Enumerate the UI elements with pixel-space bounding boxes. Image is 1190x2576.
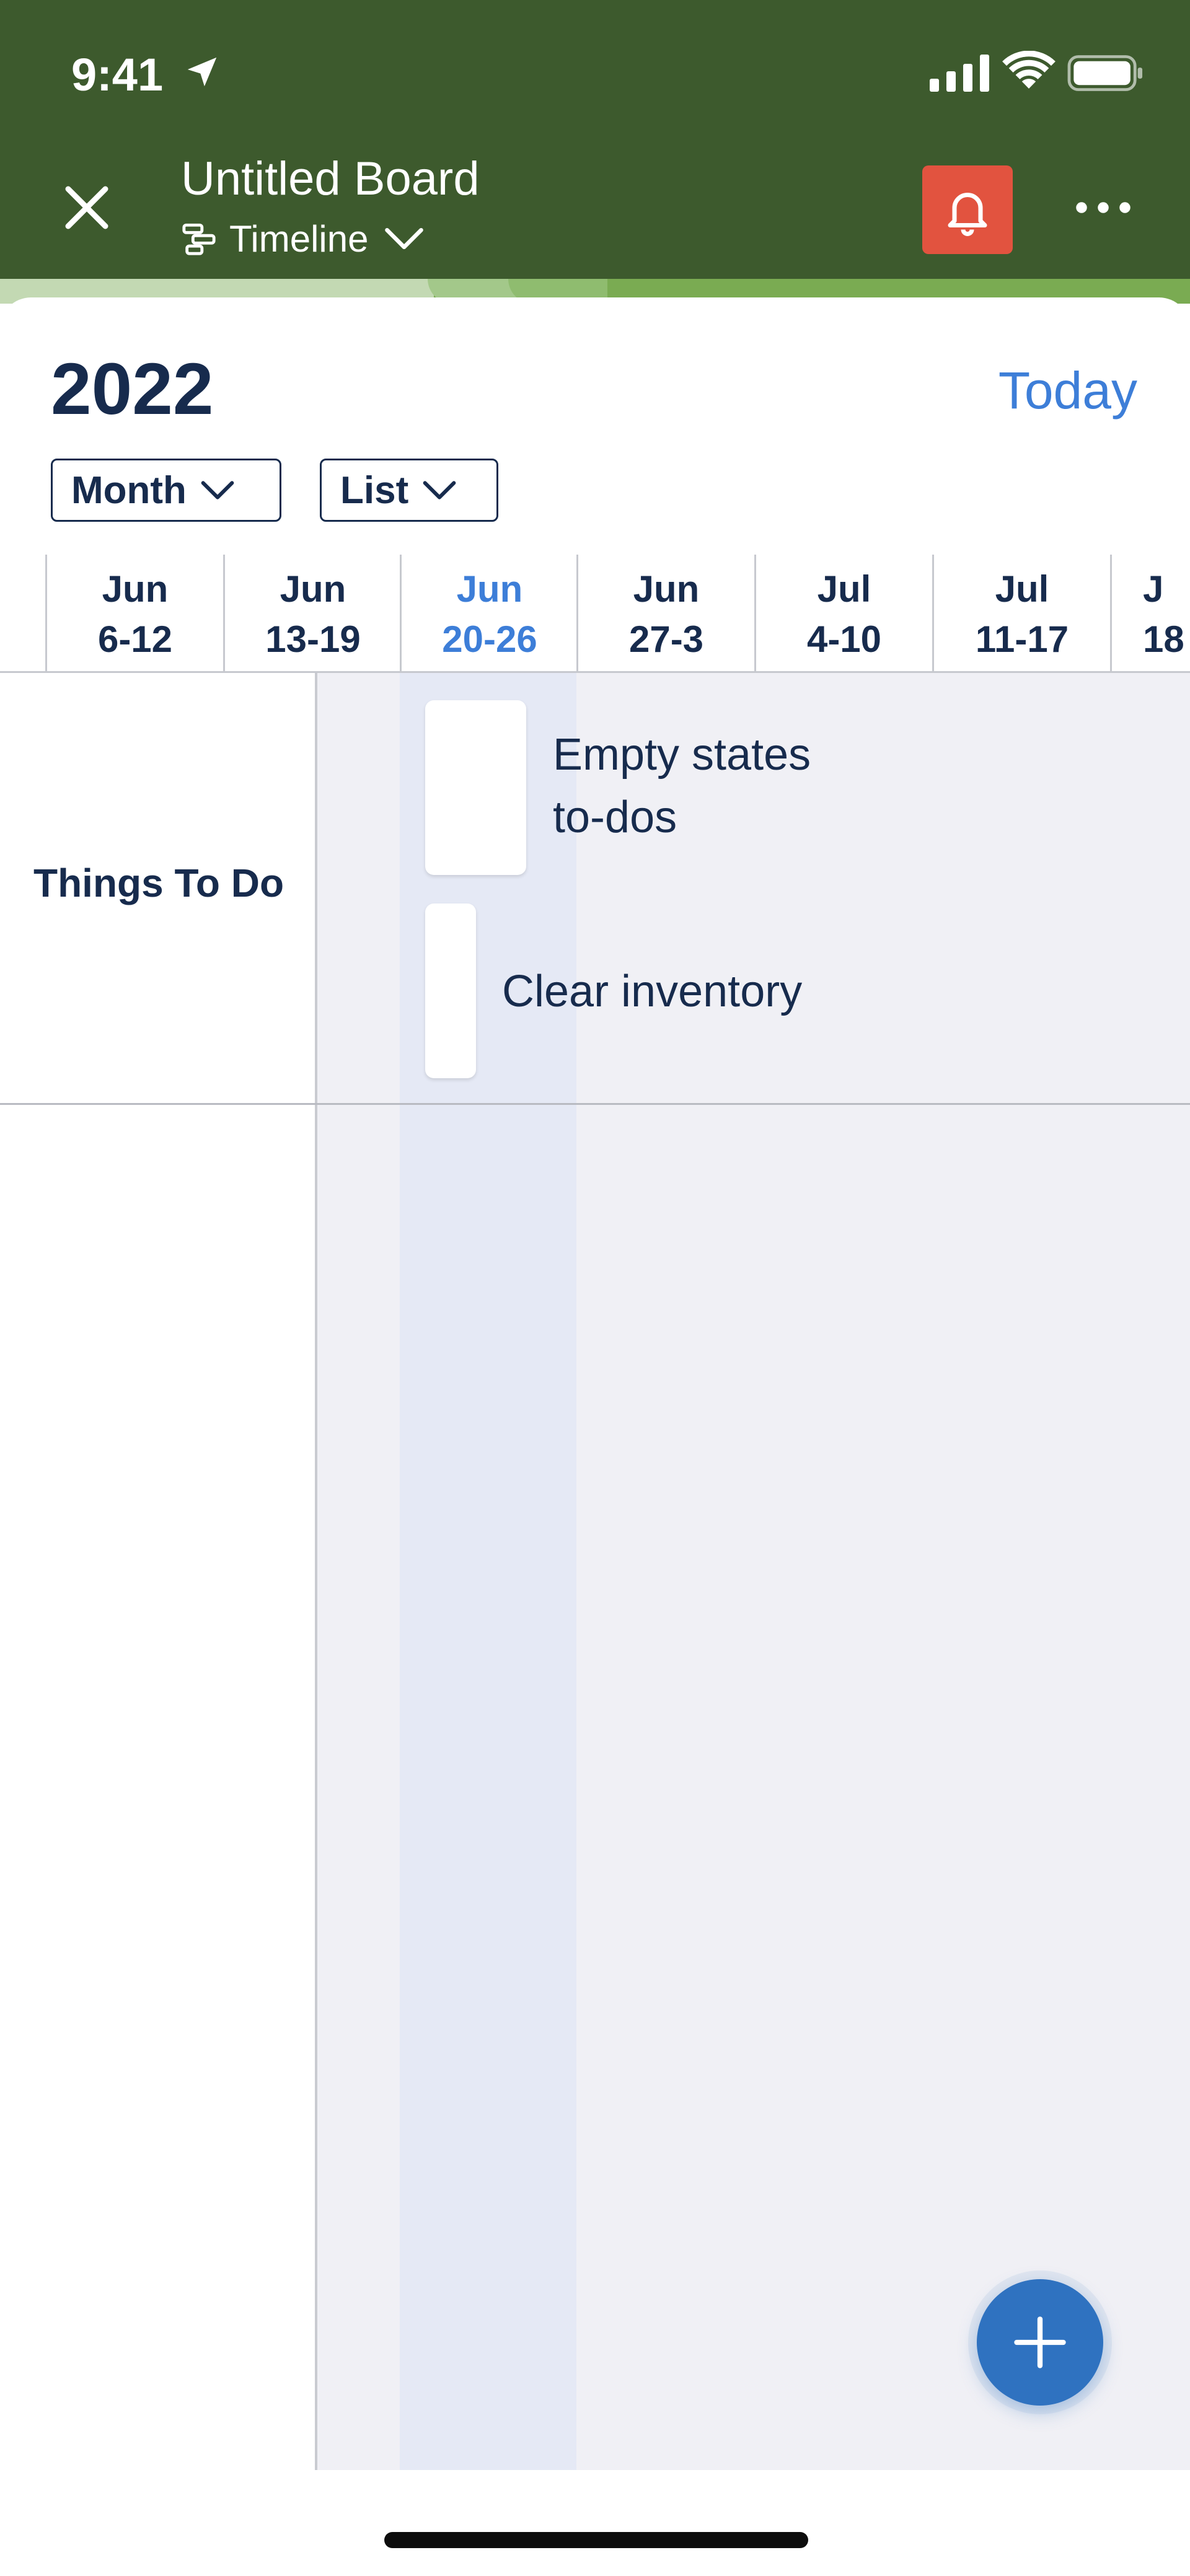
notifications-button[interactable] [922,165,1013,254]
task-title-clear-inventory[interactable]: Clear inventory [502,961,802,1023]
task-bar-clear-inventory[interactable] [425,903,476,1078]
group-by-dropdown-label: List [340,468,409,512]
bottom-safe-area [0,2470,1190,2576]
wifi-icon [1002,51,1056,89]
battery-icon [1067,55,1143,91]
chevron-down-icon [201,481,234,499]
close-icon [65,186,108,229]
week-column-header[interactable]: Jul 11-17 [932,555,1110,672]
more-icon [1076,202,1130,213]
year-label: 2022 [51,348,214,430]
today-button[interactable]: Today [998,361,1137,421]
group-divider [0,1103,1190,1105]
group-by-dropdown[interactable]: List [320,459,498,522]
close-button[interactable] [59,180,115,235]
plus-icon [1014,2316,1066,2368]
week-column-header[interactable]: Jun 27-3 [576,555,754,672]
bell-icon [948,192,987,236]
task-title-empty-states[interactable]: Empty states to-dos [553,724,811,849]
location-arrow-icon [187,57,217,87]
board-title[interactable]: Untitled Board [181,152,480,206]
more-options-button[interactable] [1066,186,1140,229]
signal-icon [930,55,989,92]
zoom-dropdown[interactable]: Month [51,459,281,522]
week-column-header[interactable]: Jun 6-12 [45,555,223,672]
group-column [0,673,317,2470]
week-column-header[interactable]: J 18 [1110,555,1190,672]
group-label[interactable]: Things To Do [0,860,317,906]
week-column-header[interactable]: Jul 4-10 [754,555,932,672]
view-switcher[interactable]: Timeline [181,217,425,260]
task-bar-empty-states[interactable] [425,700,526,875]
week-column-header[interactable]: Jun 13-19 [223,555,401,672]
add-card-button[interactable] [977,2279,1103,2406]
status-time: 9:41 [71,49,164,100]
app-header: 9:41 Untitled Board Timeline [0,0,1190,279]
chevron-down-icon [384,227,423,250]
zoom-dropdown-label: Month [71,468,187,512]
week-column-header-current[interactable]: Jun 20-26 [400,555,578,672]
timeline-icon [182,223,216,255]
week-header: Jun 6-12 Jun 13-19 Jun 20-26 Jun 27-3 Jul 4-1… [0,555,1190,672]
view-label: Timeline [229,218,369,260]
home-indicator[interactable] [384,2532,808,2548]
chevron-down-icon [423,481,456,499]
